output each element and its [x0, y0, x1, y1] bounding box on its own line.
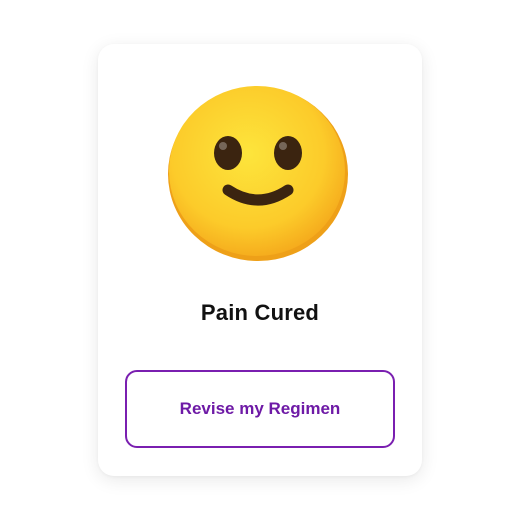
revise-regimen-button[interactable]: Revise my Regimen — [125, 370, 395, 448]
smiling-face-icon — [166, 82, 350, 262]
result-card: Pain Cured Revise my Regimen — [98, 44, 422, 476]
revise-regimen-button-label: Revise my Regimen — [179, 399, 341, 418]
result-title: Pain Cured — [200, 300, 320, 325]
